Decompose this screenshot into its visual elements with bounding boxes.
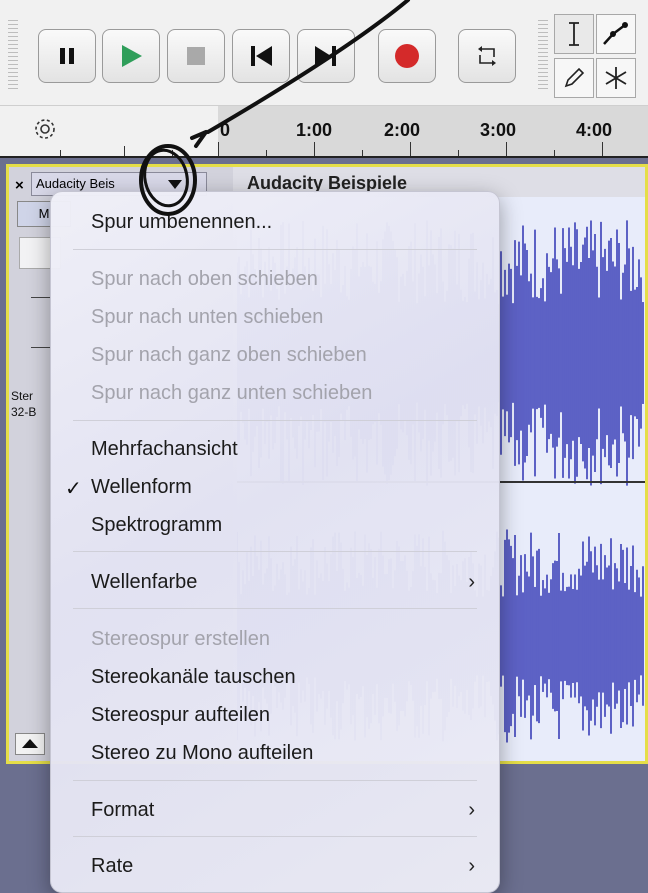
- tick-label: 0: [220, 120, 231, 140]
- menu-item-move-top: Spur nach ganz oben schieben: [51, 338, 499, 374]
- record-button[interactable]: [378, 29, 436, 83]
- menu-separator: [73, 420, 477, 421]
- menu-item-label: Spur umbenennen...: [91, 211, 273, 233]
- menu-item-label: Stereo zu Mono aufteilen: [91, 742, 314, 764]
- pause-icon: [60, 48, 74, 64]
- tick-mark: [506, 142, 507, 156]
- timeline-settings-button[interactable]: [32, 116, 58, 142]
- track-channel-info: Ster: [11, 389, 34, 403]
- menu-item-label: Stereokanäle tauschen: [91, 666, 296, 688]
- menu-item-wave-color[interactable]: Wellenfarbe ›: [51, 565, 499, 601]
- stop-icon: [187, 47, 205, 65]
- tick-mark: [602, 142, 603, 156]
- loop-button[interactable]: [458, 29, 516, 83]
- collapse-track-button[interactable]: [15, 733, 45, 755]
- timeline-ruler[interactable]: 0 1:00 2:00 3:00 4:00: [0, 106, 648, 158]
- submenu-arrow-icon: ›: [468, 855, 475, 877]
- record-icon: [395, 44, 419, 68]
- tick-label: 3:00: [480, 120, 517, 140]
- menu-separator: [73, 780, 477, 781]
- pause-button[interactable]: [38, 29, 96, 83]
- menu-separator: [73, 249, 477, 250]
- gear-icon: [35, 119, 55, 139]
- tick-mark: [218, 142, 219, 156]
- menu-item-label: Spur nach ganz unten schieben: [91, 382, 373, 404]
- submenu-arrow-icon: ›: [468, 571, 475, 593]
- tick-mark: [554, 150, 555, 156]
- tick-label: 1:00: [296, 120, 333, 140]
- gain-slider[interactable]: [31, 297, 51, 298]
- ruler-scale[interactable]: 0 1:00 2:00 3:00 4:00: [218, 106, 648, 156]
- draw-tool-button[interactable]: [554, 58, 594, 98]
- skip-to-start-icon: [251, 46, 272, 66]
- tick-mark: [458, 150, 459, 156]
- loop-icon: [478, 46, 496, 66]
- menu-item-label: Spur nach oben schieben: [91, 268, 318, 290]
- menu-item-multi-view[interactable]: Mehrfachansicht: [51, 432, 499, 468]
- track-context-menu: Spur umbenennen... Spur nach oben schieb…: [50, 191, 500, 893]
- toolbar-grip[interactable]: [8, 20, 18, 90]
- tick-mark: [172, 150, 173, 156]
- selection-tool-icon: [569, 22, 579, 46]
- menu-item-swap-channels[interactable]: Stereokanäle tauschen: [51, 660, 499, 696]
- menu-item-label: Wellenform: [91, 476, 192, 498]
- skip-to-end-button[interactable]: [297, 29, 355, 83]
- tick-mark: [60, 150, 61, 156]
- draw-tool-icon: [564, 67, 585, 88]
- selection-tool-button[interactable]: [554, 14, 594, 54]
- tick-mark: [314, 142, 315, 156]
- tick-mark: [266, 150, 267, 156]
- skip-to-end-icon: [315, 46, 336, 66]
- menu-item-label: Spektrogramm: [91, 514, 223, 536]
- checkmark-icon: ✓: [65, 478, 82, 500]
- transport-toolbar: [0, 0, 648, 106]
- menu-item-spectrogram[interactable]: Spektrogramm: [51, 508, 499, 544]
- multi-tool-button[interactable]: [596, 58, 636, 98]
- menu-item-label: Format: [91, 799, 155, 821]
- menu-item-label: Stereospur aufteilen: [91, 704, 271, 726]
- menu-item-split-stereo[interactable]: Stereospur aufteilen: [51, 698, 499, 734]
- menu-item-label: Spur nach ganz oben schieben: [91, 344, 367, 366]
- tick-mark: [362, 150, 363, 156]
- menu-separator: [73, 836, 477, 837]
- envelope-tool-icon: [603, 22, 628, 45]
- track-close-button[interactable]: ×: [15, 177, 24, 194]
- menu-item-rate[interactable]: Rate ›: [51, 849, 499, 885]
- multi-tool-icon: [605, 67, 627, 89]
- menu-item-make-stereo: Stereospur erstellen: [51, 622, 499, 658]
- menu-separator: [73, 608, 477, 609]
- tick-mark: [124, 146, 125, 156]
- dropdown-arrow-icon: [168, 180, 182, 189]
- tick-label: 4:00: [576, 120, 613, 140]
- skip-to-start-button[interactable]: [232, 29, 290, 83]
- collapse-up-icon: [22, 739, 38, 748]
- menu-item-split-to-mono[interactable]: Stereo zu Mono aufteilen: [51, 736, 499, 772]
- track-format-info: 32-B: [11, 405, 37, 419]
- menu-item-rename-track[interactable]: Spur umbenennen...: [51, 205, 499, 241]
- menu-item-waveform[interactable]: ✓ Wellenform: [51, 470, 499, 506]
- track-name-label: Audacity Beis: [36, 176, 115, 191]
- menu-item-label: Stereospur erstellen: [91, 628, 270, 650]
- play-icon: [122, 45, 142, 67]
- pan-slider[interactable]: [31, 347, 51, 348]
- tick-label: 2:00: [384, 120, 421, 140]
- menu-item-move-down: Spur nach unten schieben: [51, 300, 499, 336]
- menu-item-move-up: Spur nach oben schieben: [51, 262, 499, 298]
- stop-button[interactable]: [167, 29, 225, 83]
- menu-item-format[interactable]: Format ›: [51, 793, 499, 829]
- menu-item-label: Rate: [91, 855, 134, 877]
- tick-mark: [410, 142, 411, 156]
- envelope-tool-button[interactable]: [596, 14, 636, 54]
- submenu-arrow-icon: ›: [468, 799, 475, 821]
- menu-item-label: Wellenfarbe: [91, 571, 198, 593]
- tools-grip[interactable]: [538, 20, 548, 90]
- menu-separator: [73, 551, 477, 552]
- menu-item-move-bottom: Spur nach ganz unten schieben: [51, 376, 499, 412]
- menu-item-label: Spur nach unten schieben: [91, 306, 324, 328]
- play-button[interactable]: [102, 29, 160, 83]
- menu-item-label: Mehrfachansicht: [91, 438, 238, 460]
